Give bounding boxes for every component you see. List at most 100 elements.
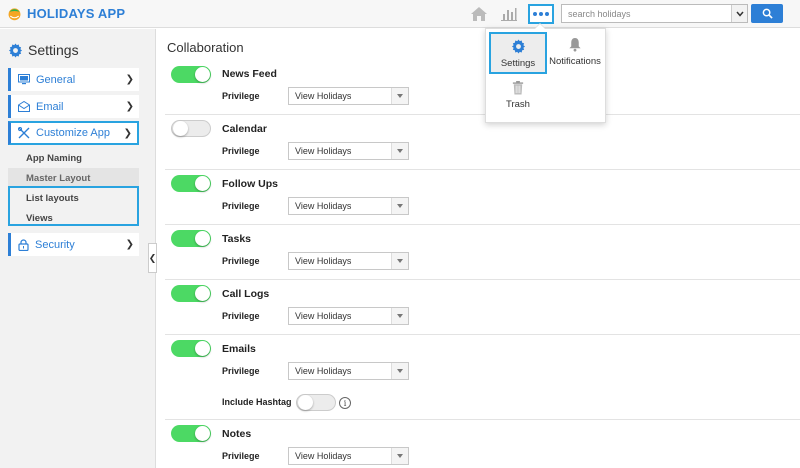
chevron-right-icon: ❯ <box>125 101 134 112</box>
row-divider <box>165 169 800 170</box>
info-icon[interactable]: i <box>339 397 351 409</box>
settings-sidebar: Settings General ❯ Email ❯ Customize App… <box>0 29 156 468</box>
search-input[interactable] <box>562 5 730 22</box>
privilege-value: View Holidays <box>295 451 352 461</box>
sub-item-label: Master Layout <box>26 172 91 184</box>
more-icon[interactable] <box>528 4 554 24</box>
tools-icon <box>18 127 30 139</box>
privilege-select-calendar[interactable]: View Holidays <box>288 142 409 160</box>
privilege-label: Privilege <box>222 146 260 156</box>
sub-item-label: App Naming <box>26 152 82 164</box>
menu-item-trash[interactable]: Trash <box>489 76 547 118</box>
privilege-select-news-feed[interactable]: View Holidays <box>288 87 409 105</box>
privilege-label: Privilege <box>222 91 260 101</box>
menu-item-label: Trash <box>506 99 530 110</box>
privilege-select-call-logs[interactable]: View Holidays <box>288 307 409 325</box>
chevron-left-icon: ❮ <box>148 252 157 263</box>
sidebar-item-email[interactable]: Email ❯ <box>8 95 139 118</box>
toggle-calendar[interactable] <box>171 120 211 137</box>
privilege-label: Privilege <box>222 366 260 376</box>
chevron-down-icon <box>391 308 408 324</box>
sidebar-item-label: Security <box>35 238 75 251</box>
toggle-call-logs[interactable] <box>171 285 211 302</box>
bar-chart-icon[interactable] <box>500 6 518 22</box>
chevron-right-icon: ❯ <box>125 239 134 250</box>
sidebar-item-customize-app[interactable]: Customize App ❯ <box>8 121 139 145</box>
sidebar-item-label: General <box>36 73 76 86</box>
search-box <box>561 4 748 23</box>
privilege-select-follow-ups[interactable]: View Holidays <box>288 197 409 215</box>
sidebar-item-label: Customize App <box>36 127 110 139</box>
sidebar-title: Settings <box>8 42 79 58</box>
privilege-select-emails[interactable]: View Holidays <box>288 362 409 380</box>
privilege-value: View Holidays <box>295 91 352 101</box>
toggle-tasks[interactable] <box>171 230 211 247</box>
sidebar-item-security[interactable]: Security ❯ <box>8 233 139 256</box>
chevron-down-icon <box>391 448 408 464</box>
menu-item-label: Notifications <box>549 56 601 67</box>
privilege-label: Privilege <box>222 256 260 266</box>
chevron-down-icon <box>391 363 408 379</box>
monitor-icon <box>18 74 30 85</box>
chevron-right-icon: ❯ <box>125 74 134 85</box>
more-menu-popover: Settings Notifications Trash <box>485 28 606 123</box>
search-button[interactable] <box>751 4 783 23</box>
privilege-value: View Holidays <box>295 146 352 156</box>
chevron-down-icon <box>391 88 408 104</box>
menu-item-label: Settings <box>500 58 536 69</box>
privilege-label: Privilege <box>222 201 260 211</box>
toggle-include-hashtag[interactable] <box>296 394 336 411</box>
privilege-value: View Holidays <box>295 201 352 211</box>
privilege-value: View Holidays <box>295 311 352 321</box>
chevron-down-icon <box>391 198 408 214</box>
privilege-value: View Holidays <box>295 366 352 376</box>
collaboration-panel: Collaboration News Feed Privilege View H… <box>157 29 800 468</box>
logo-icon <box>8 8 21 21</box>
app-logo[interactable]: HOLIDAYS APP <box>6 5 125 22</box>
toggle-emails[interactable] <box>171 340 211 357</box>
module-name-call-logs: Call Logs <box>222 288 270 300</box>
gear-icon <box>8 42 23 58</box>
module-name-calendar: Calendar <box>222 123 267 135</box>
toggle-follow-ups[interactable] <box>171 175 211 192</box>
popover-arrow-inner <box>535 24 545 29</box>
toggle-notes[interactable] <box>171 425 211 442</box>
gear-icon <box>511 39 525 54</box>
chevron-down-icon <box>391 253 408 269</box>
module-name-emails: Emails <box>222 343 256 355</box>
menu-item-notifications[interactable]: Notifications <box>546 32 604 74</box>
module-name-notes: Notes <box>222 428 252 440</box>
privilege-label: Privilege <box>222 311 260 321</box>
app-name: HOLIDAYS APP <box>27 6 126 21</box>
row-divider <box>165 224 800 225</box>
privilege-value: View Holidays <box>295 256 352 266</box>
lock-icon <box>18 238 29 251</box>
sidebar-title-text: Settings <box>28 42 79 58</box>
row-divider <box>165 279 800 280</box>
toggle-news-feed[interactable] <box>171 66 211 83</box>
chevron-down-icon <box>735 11 744 17</box>
envelope-icon <box>18 101 30 112</box>
sidebar-item-general[interactable]: General ❯ <box>8 68 139 91</box>
privilege-select-notes[interactable]: View Holidays <box>288 447 409 465</box>
privilege-select-tasks[interactable]: View Holidays <box>288 252 409 270</box>
module-name-follow-ups: Follow Ups <box>222 178 278 190</box>
include-hashtag-label: Include Hashtag <box>222 397 292 407</box>
row-divider <box>165 114 800 115</box>
bell-icon <box>569 37 581 52</box>
trash-icon <box>512 81 524 95</box>
sub-item-master-layout[interactable]: Master Layout <box>8 168 139 188</box>
sub-item-highlight-box <box>8 186 139 226</box>
row-divider <box>165 419 800 420</box>
module-name-news-feed: News Feed <box>222 68 277 80</box>
home-icon[interactable] <box>470 6 488 22</box>
search-dropdown-button[interactable] <box>731 5 747 22</box>
privilege-label: Privilege <box>222 451 260 461</box>
sidebar-collapse-button[interactable]: ❮ <box>148 243 157 273</box>
search-icon <box>762 8 773 19</box>
chevron-down-icon <box>391 143 408 159</box>
row-divider <box>165 334 800 335</box>
menu-item-settings[interactable]: Settings <box>489 32 547 74</box>
sub-item-app-naming[interactable]: App Naming <box>8 148 139 168</box>
chevron-down-icon: ❯ <box>123 128 132 139</box>
